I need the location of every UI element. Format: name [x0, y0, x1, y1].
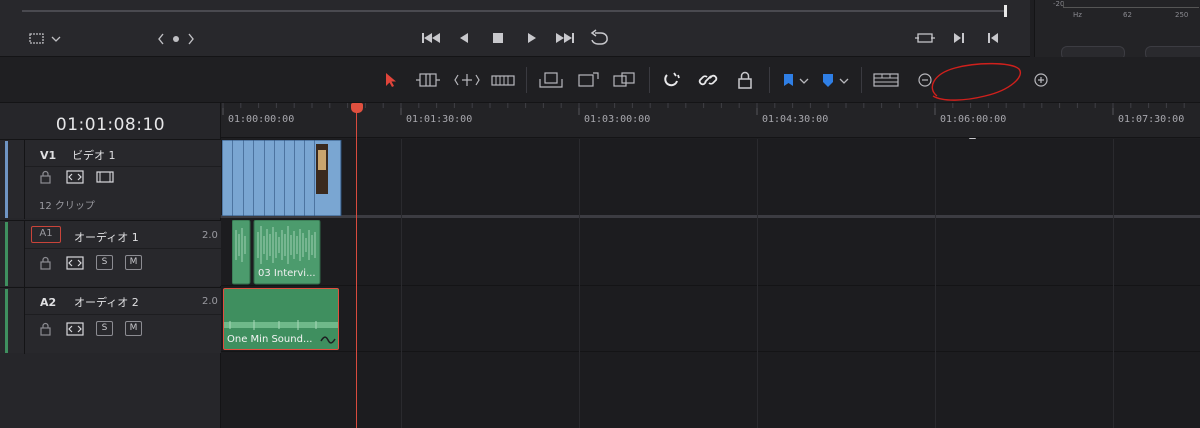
track-name[interactable]: オーディオ 2	[74, 294, 139, 310]
viewer-scrub-head[interactable]	[1004, 5, 1007, 17]
go-to-start-icon[interactable]	[420, 30, 444, 46]
mute-button[interactable]: M	[125, 255, 142, 270]
track-header-a1[interactable]: A1 オーディオ 1 2.0 S M	[0, 220, 221, 287]
curve-editor-icon[interactable]	[320, 335, 336, 345]
lock-track-icon[interactable]	[39, 170, 53, 184]
lock-track-icon[interactable]	[39, 322, 53, 336]
current-timecode[interactable]: 01:01:08:10	[0, 115, 221, 135]
clip-count: 12 クリップ	[39, 201, 95, 212]
snapping-icon[interactable]	[662, 71, 684, 89]
stop-icon[interactable]	[490, 30, 506, 46]
loop-icon[interactable]	[588, 29, 610, 47]
header-divider	[25, 166, 221, 167]
eq-62-label: 62	[1123, 11, 1132, 19]
track-output-icon[interactable]	[96, 170, 114, 184]
ruler-ticks	[222, 103, 1185, 115]
timeline-ruler[interactable]: 01:00:00:00 01:01:30:00 01:03:00:00 01:0…	[221, 103, 1200, 138]
playhead-handle[interactable]	[351, 103, 363, 113]
grid-line	[401, 139, 402, 428]
annotation-circle	[931, 62, 1022, 101]
lock-track-icon[interactable]	[39, 256, 53, 270]
eq-hz-label: Hz	[1073, 11, 1082, 19]
play-icon[interactable]	[524, 30, 540, 46]
auto-select-icon[interactable]	[66, 256, 84, 270]
ruler-tick-label: 01:07:30:00	[1118, 114, 1185, 125]
mark-in-icon[interactable]	[950, 30, 968, 46]
track-divider	[24, 288, 25, 354]
timeline-view-options-icon[interactable]	[872, 71, 900, 89]
video-audio-divider[interactable]	[221, 215, 1200, 218]
track-header-column: 01:01:08:10 V1 ビデオ 1 12 クリップ A1 オーディオ 1 …	[0, 103, 221, 428]
ruler-tick-label: 01:00:00:00	[228, 114, 295, 125]
trim-tool-icon[interactable]	[414, 71, 442, 89]
track-divider	[24, 221, 25, 287]
track-code: A1	[39, 228, 53, 239]
solo-button[interactable]: S	[96, 255, 113, 270]
track-color-bar	[5, 222, 8, 286]
mute-button[interactable]: M	[125, 321, 142, 336]
toolbar-separator	[769, 67, 770, 93]
toolbar-separator	[861, 67, 862, 93]
eq-250-label: 250	[1175, 11, 1189, 19]
ruler-tick-label: 01:01:30:00	[406, 114, 473, 125]
go-to-end-icon[interactable]	[554, 30, 578, 46]
insert-clip-icon[interactable]	[538, 71, 564, 89]
match-frame-icon[interactable]	[914, 30, 936, 46]
track-code-badge[interactable]: A1	[31, 226, 61, 243]
lane-divider	[221, 285, 1200, 286]
header-divider	[25, 248, 221, 249]
audio-clip-label: One Min Sound...	[227, 334, 313, 345]
track-name[interactable]: オーディオ 1	[74, 229, 139, 245]
toolbar-separator	[526, 67, 527, 93]
audio-clip-a2[interactable]: One Min Sound...	[223, 288, 339, 350]
solo-button[interactable]: S	[96, 321, 113, 336]
viewer-size-icon[interactable]	[28, 31, 68, 47]
overwrite-clip-icon[interactable]	[575, 71, 601, 89]
grid-line	[935, 139, 936, 428]
blade-tool-icon[interactable]	[490, 71, 516, 89]
replace-clip-icon[interactable]	[611, 71, 637, 89]
ruler-tick-label: 01:04:30:00	[762, 114, 829, 125]
eq-graph	[1063, 2, 1199, 8]
track-color-bar	[5, 141, 8, 218]
track-header-a2[interactable]: A2 オーディオ 2 2.0 S M	[0, 287, 221, 354]
grid-line	[579, 139, 580, 428]
auto-select-icon[interactable]	[66, 322, 84, 336]
ruler-tick-label: 01:06:00:00	[940, 114, 1007, 125]
lane-divider	[221, 351, 1200, 352]
audio-clip-label: 03 Intervi...	[258, 268, 316, 279]
grid-line	[757, 139, 758, 428]
reverse-play-icon[interactable]	[456, 30, 472, 46]
selection-tool-icon[interactable]	[383, 71, 405, 89]
mark-out-icon[interactable]	[984, 30, 1002, 46]
track-code: V1	[40, 149, 57, 162]
header-divider	[25, 314, 221, 315]
audio-eq-panel: -20 Hz 62 250	[1034, 0, 1200, 60]
video-clip-group[interactable]	[222, 140, 342, 216]
zoom-in-icon[interactable]	[1032, 71, 1054, 89]
track-name[interactable]: ビデオ 1	[72, 147, 116, 163]
grid-line	[1113, 139, 1114, 428]
ruler-tick-label: 01:03:00:00	[584, 114, 651, 125]
track-code: A2	[40, 296, 57, 309]
timeline-lanes[interactable]	[221, 139, 1200, 428]
linked-selection-icon[interactable]	[698, 71, 720, 89]
dynamic-trim-icon[interactable]	[453, 71, 481, 89]
flag-dropdown-icon[interactable]	[780, 71, 812, 89]
timeline-toolbar	[0, 57, 1200, 140]
clip-nav-icon[interactable]	[156, 31, 198, 47]
track-color-bar	[5, 289, 8, 353]
playhead-line[interactable]	[356, 111, 357, 428]
channel-format: 2.0	[202, 296, 218, 307]
position-lock-icon[interactable]	[735, 71, 757, 89]
viewer-scrubber[interactable]	[22, 10, 1006, 12]
track-header-v1[interactable]: V1 ビデオ 1 12 クリップ	[0, 139, 221, 219]
marker-dropdown-icon[interactable]	[820, 71, 852, 89]
track-divider	[24, 140, 25, 219]
auto-select-icon[interactable]	[66, 170, 84, 184]
channel-format: 2.0	[202, 230, 218, 241]
toolbar-separator	[649, 67, 650, 93]
viewer-controls	[0, 0, 1030, 57]
